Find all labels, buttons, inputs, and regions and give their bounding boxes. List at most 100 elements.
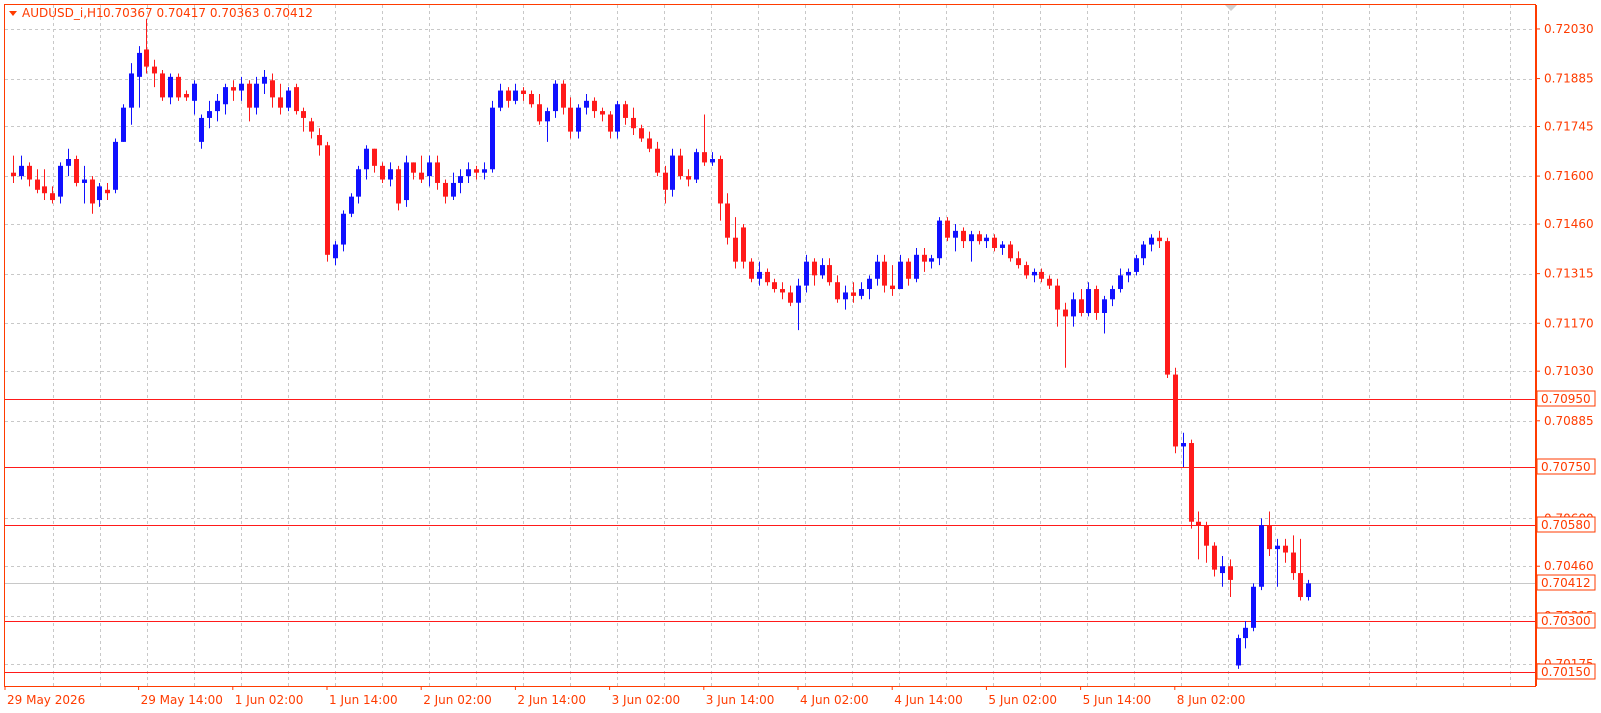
candle-body xyxy=(207,111,212,118)
level-price-label-text: 0.70950 xyxy=(1541,392,1591,406)
candle-body xyxy=(922,254,927,262)
candle xyxy=(325,141,330,262)
candle-body xyxy=(506,90,511,101)
candle-body xyxy=(890,285,895,290)
candle-body xyxy=(898,261,903,290)
current-price-label: 0.70412 xyxy=(1536,574,1596,591)
candle-body xyxy=(301,111,306,118)
candle-body xyxy=(600,111,605,115)
price-tick-label: 0.71315 xyxy=(1544,267,1594,281)
candle-body xyxy=(1251,586,1256,628)
level-price-label: 0.70750 xyxy=(1536,458,1596,475)
candle-body xyxy=(977,234,982,242)
candle-body xyxy=(961,230,966,242)
candlestick-chart[interactable]: 0.72030 0.71885 0.71745 0.71600 0.71460 0.713… xyxy=(0,0,1601,713)
candle-body xyxy=(513,90,518,101)
level-price-label-text: 0.70150 xyxy=(1541,665,1591,679)
candle-body xyxy=(1165,241,1170,375)
candle-body xyxy=(11,172,16,177)
price-tick-label: 0.71745 xyxy=(1544,119,1594,133)
candle-body xyxy=(1189,443,1194,522)
candle-body xyxy=(906,261,911,279)
candle xyxy=(1236,634,1241,669)
level-price-label: 0.70300 xyxy=(1536,612,1596,629)
candle-body xyxy=(443,182,448,197)
candle-body xyxy=(592,100,597,112)
candle-body xyxy=(984,237,989,242)
candle-body xyxy=(639,128,644,139)
candle-body xyxy=(184,93,189,98)
candle-body xyxy=(1212,545,1217,570)
candle-body xyxy=(451,182,456,197)
candle-body xyxy=(294,87,299,112)
candle-body xyxy=(678,155,683,177)
candle xyxy=(1173,367,1178,454)
candle-body xyxy=(1298,573,1303,598)
candle-body xyxy=(333,244,338,259)
time-tick-label: 5 Jun 14:00 xyxy=(1083,693,1152,707)
level-price-label-text: 0.70750 xyxy=(1541,460,1591,474)
time-tick-label: 1 Jun 02:00 xyxy=(235,693,304,707)
candle-body xyxy=(686,176,691,180)
time-tick-label: 8 Jun 02:00 xyxy=(1177,693,1246,707)
candle-body xyxy=(875,261,880,279)
candle-body xyxy=(341,213,346,245)
candle-body xyxy=(105,189,110,194)
candle-body xyxy=(561,83,566,108)
candle-body xyxy=(725,203,730,238)
candle xyxy=(670,148,675,197)
chart-header: AUDUSD_i,H1 0.70367 0.70417 0.70363 0.70… xyxy=(9,6,313,20)
candle-body xyxy=(129,73,134,108)
candle-body xyxy=(882,261,887,286)
candle-body xyxy=(137,52,142,77)
candle-body xyxy=(192,83,197,101)
candle-body xyxy=(576,107,581,132)
candle-body xyxy=(1306,583,1311,598)
current-price-label-text: 0.70412 xyxy=(1541,576,1591,590)
candle-body xyxy=(1173,374,1178,447)
candle-body xyxy=(655,148,660,173)
plot-area[interactable] xyxy=(4,4,1536,687)
candle-body xyxy=(254,83,259,108)
candle-body xyxy=(1008,244,1013,259)
candle-body xyxy=(615,104,620,132)
candle-body xyxy=(710,158,715,163)
candle-body xyxy=(1228,566,1233,580)
candle-body xyxy=(176,76,181,98)
candle-body xyxy=(152,66,157,74)
candle-body xyxy=(247,83,252,108)
time-tick-label: 2 Jun 02:00 xyxy=(423,693,492,707)
candle-body xyxy=(772,282,777,290)
candle-body xyxy=(223,87,228,105)
candle xyxy=(937,217,942,266)
time-axis: 29 May 2026 29 May 14:00 1 Jun 02:00 1 Jun … xyxy=(4,686,1535,707)
candle-body xyxy=(953,230,958,238)
candle-body xyxy=(66,158,71,166)
candle xyxy=(749,258,754,283)
candle-body xyxy=(608,114,613,132)
candle-body xyxy=(765,271,770,283)
candle-body xyxy=(1102,299,1107,313)
candle-body xyxy=(1063,309,1068,317)
candle-body xyxy=(647,138,652,149)
candle xyxy=(1165,237,1170,379)
candle-body xyxy=(623,104,628,118)
candle-body xyxy=(42,186,47,194)
chart-window[interactable]: 0.72030 0.71885 0.71745 0.71600 0.71460 0.713… xyxy=(0,0,1601,713)
candle xyxy=(160,70,165,101)
level-price-label: 0.70950 xyxy=(1536,390,1596,407)
candle xyxy=(694,148,699,183)
price-tick-label: 0.70885 xyxy=(1544,414,1594,428)
candle-body xyxy=(380,165,385,180)
candle xyxy=(74,155,79,187)
candle-body xyxy=(945,220,950,238)
candle-body xyxy=(1016,258,1021,266)
candle-body xyxy=(82,179,87,183)
candle-body xyxy=(1204,525,1209,546)
candle-body xyxy=(718,158,723,204)
candle-body xyxy=(937,220,942,259)
time-tick-label: 3 Jun 02:00 xyxy=(612,693,681,707)
candle-body xyxy=(144,49,149,67)
candle-body xyxy=(1220,566,1225,574)
candle-body xyxy=(160,73,165,98)
